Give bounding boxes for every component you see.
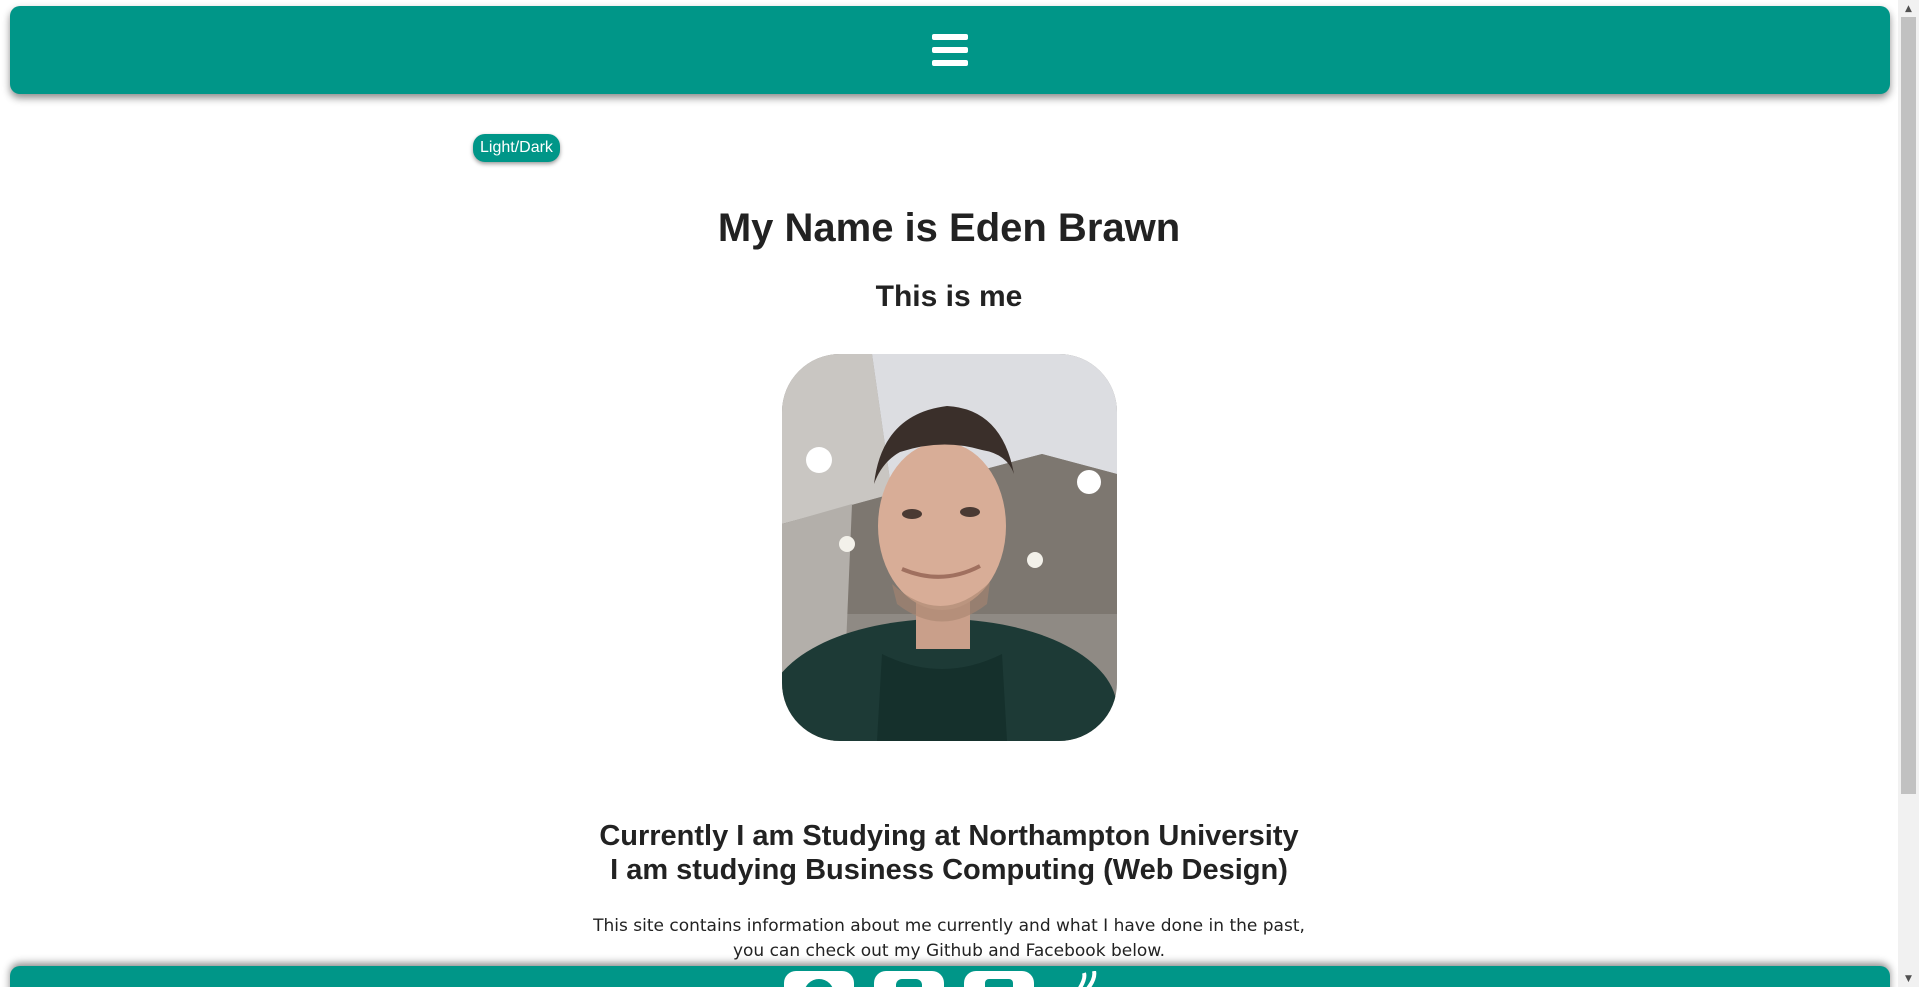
scrollbar-thumb[interactable] (1901, 17, 1916, 794)
profile-photo (782, 354, 1117, 741)
hamburger-line (932, 47, 968, 53)
page-subtitle: This is me (875, 280, 1023, 313)
vertical-scrollbar[interactable]: ▲ ▼ (1898, 0, 1919, 987)
profile-photo-image (782, 354, 1117, 741)
intro-text: This site contains information about me … (0, 914, 1898, 964)
hamburger-menu-icon[interactable] (932, 34, 968, 66)
intro-line-1: This site contains information about me … (593, 916, 1305, 936)
hamburger-line (932, 34, 968, 40)
feed-icon-glyph (1078, 970, 1097, 987)
github-icon-glyph (804, 979, 834, 987)
scroll-up-arrow-icon[interactable]: ▲ (1898, 0, 1919, 17)
hamburger-line (932, 60, 968, 66)
github-icon[interactable] (784, 971, 854, 987)
intro-line-2: you can check out my Github and Facebook… (732, 941, 1166, 961)
footer-bar (10, 966, 1890, 987)
study-line-2: I am studying Business Computing (Web De… (610, 854, 1288, 886)
theme-toggle-button[interactable]: Light/Dark (473, 134, 560, 162)
top-navbar (10, 6, 1890, 94)
facebook-icon-glyph (896, 979, 922, 987)
facebook-icon[interactable] (874, 971, 944, 987)
feed-icon[interactable] (1070, 970, 1110, 987)
study-line-1: Currently I am Studying at Northampton U… (599, 820, 1299, 852)
linkedin-icon[interactable] (964, 971, 1034, 987)
page-viewport: Light/Dark My Name is Eden Brawn This is… (0, 0, 1898, 987)
linkedin-icon-glyph (985, 979, 1013, 987)
scroll-down-arrow-icon[interactable]: ▼ (1898, 970, 1919, 987)
page-title: My Name is Eden Brawn (717, 206, 1181, 250)
study-info: Currently I am Studying at Northampton U… (0, 819, 1898, 887)
